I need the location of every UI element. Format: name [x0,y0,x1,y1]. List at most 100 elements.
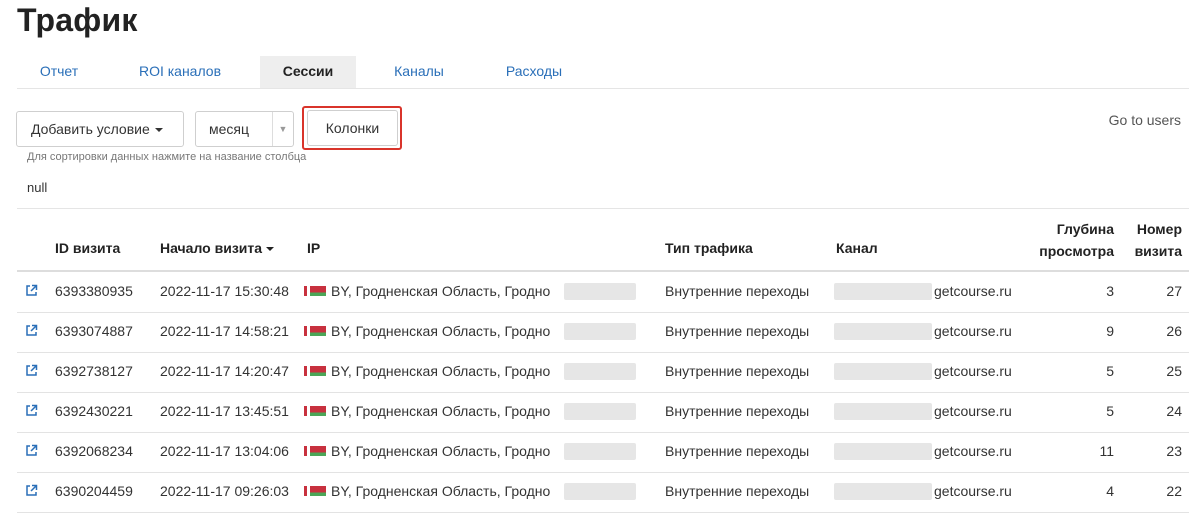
header-visit-start-label: Начало визита [160,240,263,256]
cell-traffic-type: Внутренние переходы [665,323,810,339]
belarus-flag-icon [307,326,326,337]
redacted-channel [834,443,932,460]
cell-channel: getcourse.ru [934,283,1012,299]
cell-ip-location: BY, Гродненская Область, Гродно [331,483,551,499]
cell-visit-start: 2022-11-17 15:30:48 [160,283,289,299]
redacted-ip [564,363,636,380]
header-visit-id[interactable]: ID визита [55,240,120,256]
header-visit-start[interactable]: Начало визита [160,240,275,256]
header-channel[interactable]: Канал [836,240,878,256]
external-link-icon[interactable] [25,444,38,457]
cell-visit-start: 2022-11-17 14:58:21 [160,323,289,339]
belarus-flag-icon [307,286,326,297]
header-ip[interactable]: IP [307,240,320,256]
cell-channel: getcourse.ru [934,323,1012,339]
cell-visit-number: 24 [1166,403,1182,419]
belarus-flag-icon [307,486,326,497]
table-header: ID визита Начало визита IP Тип трафика К… [17,209,1189,272]
cell-channel: getcourse.ru [934,483,1012,499]
belarus-flag-icon [307,406,326,417]
cell-traffic-type: Внутренние переходы [665,283,810,299]
external-link-icon[interactable] [25,484,38,497]
redacted-ip [564,443,636,460]
page-title: Трафик [17,2,138,38]
cell-visit-number: 23 [1166,443,1182,459]
table-row: 6393380935 2022-11-17 15:30:48 BY, Гроднен… [17,272,1189,313]
table-row: 6392068234 2022-11-17 13:04:06 BY, Гроднен… [17,432,1189,473]
columns-button[interactable]: Колонки [307,110,398,146]
tab-report[interactable]: Отчет [17,56,101,88]
cell-traffic-type: Внутренние переходы [665,443,810,459]
cell-ip-location: BY, Гродненская Область, Гродно [331,283,551,299]
cell-traffic-type: Внутренние переходы [665,403,810,419]
cell-visit-start: 2022-11-17 13:04:06 [160,443,289,459]
cell-depth: 5 [1106,403,1114,419]
belarus-flag-icon [307,366,326,377]
redacted-channel [834,403,932,420]
cell-visit-id: 6392738127 [55,363,133,379]
period-select[interactable]: месяц ▼ [195,111,294,147]
sort-hint: Для сортировки данных нажмите на названи… [27,151,307,163]
cell-channel: getcourse.ru [934,443,1012,459]
redacted-channel [834,283,932,300]
redacted-channel [834,363,932,380]
header-depth[interactable]: Глубина просмотра [1039,218,1114,262]
cell-visit-number: 27 [1166,283,1182,299]
tab-sessions[interactable]: Сессии [260,56,356,88]
redacted-ip [564,283,636,300]
table-row: 6390204459 2022-11-17 09:26:03 BY, Гроднен… [17,472,1189,513]
cell-ip: BY, Гродненская Область, Гродно [307,443,550,459]
cell-visit-id: 6393074887 [55,323,133,339]
header-visit-number-line2: визита [1134,243,1182,259]
redacted-ip [564,483,636,500]
table-row: 6393074887 2022-11-17 14:58:21 BY, Гроднен… [17,312,1189,353]
tab-channels[interactable]: Каналы [379,56,459,88]
cell-visit-number: 22 [1166,483,1182,499]
external-link-icon[interactable] [25,364,38,377]
cell-channel: getcourse.ru [934,363,1012,379]
cell-depth: 9 [1106,323,1114,339]
cell-visit-number: 26 [1166,323,1182,339]
redacted-ip [564,403,636,420]
cell-visit-start: 2022-11-17 13:45:51 [160,403,289,419]
sort-desc-icon [266,247,275,252]
dropdown-arrow-icon: ▼ [272,112,293,146]
external-link-icon[interactable] [25,324,38,337]
null-text: null [27,180,48,195]
cell-ip-location: BY, Гродненская Область, Гродно [331,323,551,339]
add-condition-button[interactable]: Добавить условие [16,111,184,147]
table-row: 6392430221 2022-11-17 13:45:51 BY, Гроднен… [17,392,1189,433]
cell-ip: BY, Гродненская Область, Гродно [307,483,550,499]
table-row: 6392738127 2022-11-17 14:20:47 BY, Гроднен… [17,352,1189,393]
cell-traffic-type: Внутренние переходы [665,483,810,499]
cell-depth: 5 [1106,363,1114,379]
redacted-ip [564,323,636,340]
header-traffic-type[interactable]: Тип трафика [665,240,753,256]
external-link-icon[interactable] [25,404,38,417]
external-link-icon[interactable] [25,284,38,297]
header-visit-number[interactable]: Номер визита [1135,218,1182,262]
redacted-channel [834,483,932,500]
cell-visit-id: 6392068234 [55,443,133,459]
cell-depth: 11 [1099,443,1114,459]
tab-roi-channels[interactable]: ROI каналов [123,56,237,88]
cell-visit-number: 25 [1166,363,1182,379]
cell-ip: BY, Гродненская Область, Гродно [307,403,550,419]
cell-ip-location: BY, Гродненская Область, Гродно [331,443,551,459]
cell-visit-start: 2022-11-17 14:20:47 [160,363,289,379]
header-visit-number-line1: Номер [1136,221,1182,237]
add-condition-label: Добавить условие [31,121,150,137]
redacted-channel [834,323,932,340]
cell-visit-id: 6390204459 [55,483,133,499]
tab-bar: Отчет ROI каналов Сессии Каналы Расходы [17,56,1189,89]
cell-depth: 4 [1106,483,1114,499]
cell-ip-location: BY, Гродненская Область, Гродно [331,363,551,379]
cell-channel: getcourse.ru [934,403,1012,419]
cell-ip: BY, Гродненская Область, Гродно [307,283,550,299]
cell-visit-start: 2022-11-17 09:26:03 [160,483,289,499]
go-to-users-link[interactable]: Go to users [1109,112,1181,128]
cell-ip: BY, Гродненская Область, Гродно [307,323,550,339]
tab-expenses[interactable]: Расходы [490,56,578,88]
cell-visit-id: 6392430221 [55,403,133,419]
header-depth-line1: Глубина [1056,221,1114,237]
